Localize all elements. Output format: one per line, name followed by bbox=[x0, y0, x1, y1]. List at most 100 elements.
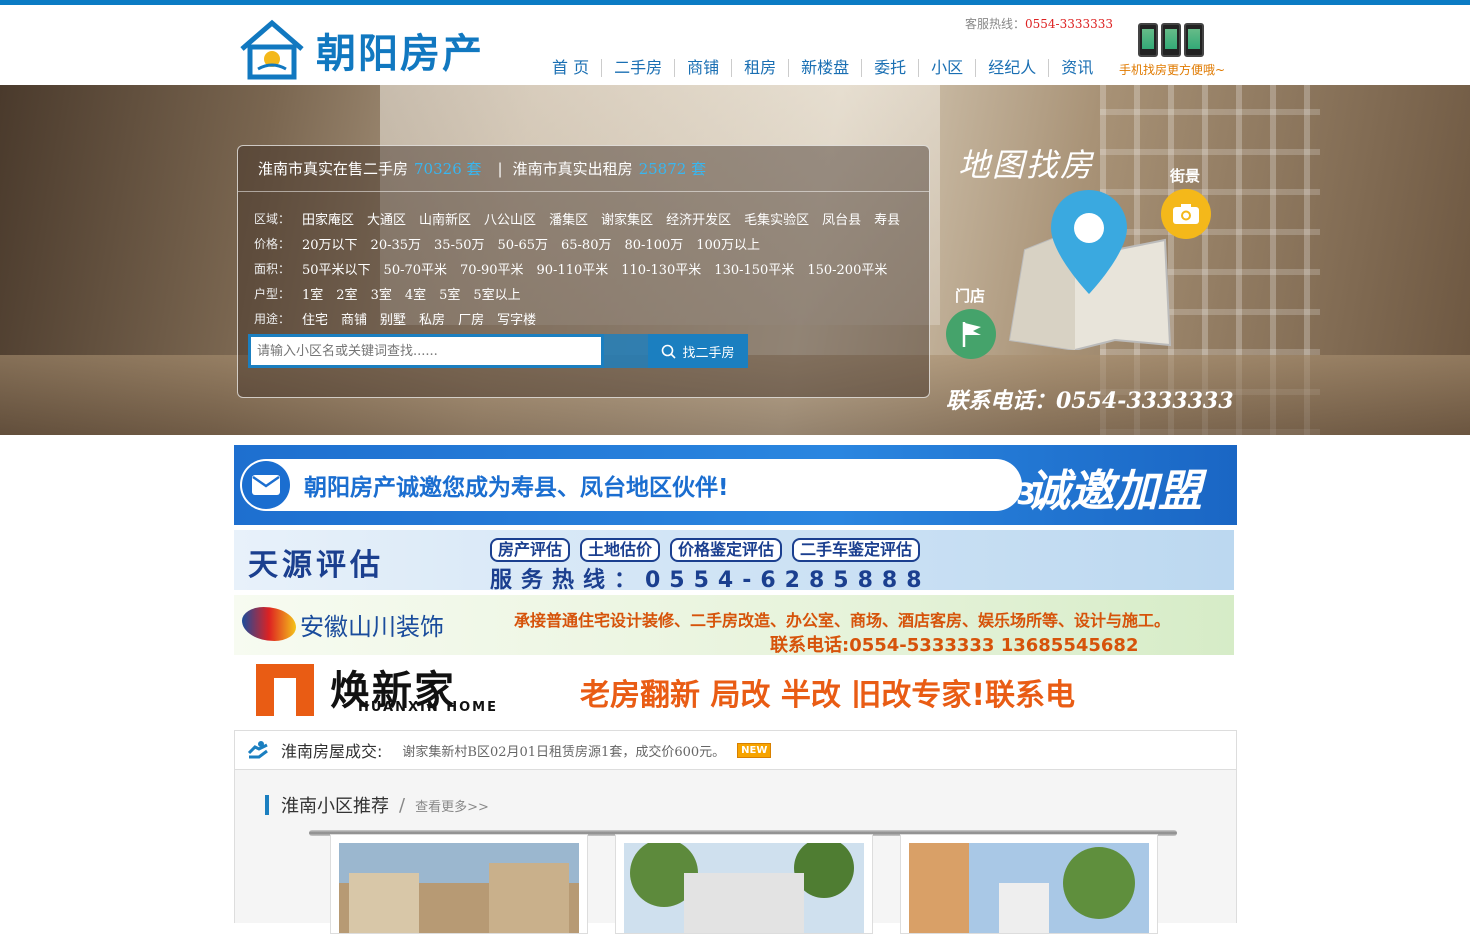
phone-icon bbox=[1138, 23, 1158, 57]
decoration-ad-desc: 承接普通住宅设计装修、二手房改造、办公室、商场、酒店客房、娱乐场所等、设计与施工… bbox=[514, 611, 1171, 630]
nav-home[interactable]: 首 页 bbox=[540, 59, 603, 77]
stat-rent-count[interactable]: 25872 套 bbox=[639, 158, 707, 179]
nav-rent[interactable]: 租房 bbox=[732, 59, 790, 77]
filter-option[interactable]: 70-90平米 bbox=[460, 259, 523, 278]
decoration-ad-tel: 联系电话:0554-5333333 13685545682 bbox=[770, 635, 1139, 655]
filter-option[interactable]: 厂房 bbox=[458, 309, 484, 328]
filter-option[interactable]: 毛集实验区 bbox=[744, 209, 809, 228]
huanxin-logo-icon bbox=[256, 664, 314, 716]
renovation-ad-banner[interactable]: 焕新家 HUANXIN HOME 老房翻新 局改 半改 旧改专家!联系电话:19… bbox=[234, 660, 1237, 720]
appraisal-ad-brand: 天源评估 bbox=[248, 548, 384, 583]
view-more-link[interactable]: 查看更多>> bbox=[415, 796, 489, 815]
community-recommend-section: 淮南小区推荐 / 查看更多>> bbox=[234, 770, 1237, 934]
filter-option[interactable]: 别墅 bbox=[380, 309, 406, 328]
search-button[interactable]: 找二手房 bbox=[648, 334, 748, 368]
service-hotline: 客服热线：0554-3333333 bbox=[965, 15, 1113, 32]
filter-option[interactable]: 35-50万 bbox=[434, 234, 484, 253]
filter-option[interactable]: 50-70平米 bbox=[384, 259, 447, 278]
nav-second-hand[interactable]: 二手房 bbox=[602, 59, 676, 77]
deal-info[interactable]: 谢家集新村B区02月01日租赁房源1套，成交价600元。 bbox=[402, 741, 725, 760]
filter-row-layout: 户型： 1室 2室 3室 4室 5室 5室以上 bbox=[254, 281, 929, 306]
search-box: 找二手房 bbox=[248, 332, 760, 370]
community-card[interactable] bbox=[330, 834, 588, 934]
mobile-app-link[interactable]: 手机找房更方便哦~ bbox=[1119, 61, 1225, 78]
filter-option[interactable]: 80-100万 bbox=[624, 234, 683, 253]
filter-option[interactable]: 2室 bbox=[336, 284, 357, 303]
filter-option[interactable]: 130-150平米 bbox=[714, 259, 794, 278]
filter-list: 区域： 田家庵区 大通区 山南新区 八公山区 潘集区 谢家集区 经济开发区 毛集… bbox=[238, 192, 929, 331]
community-photo bbox=[624, 843, 864, 933]
filter-option[interactable]: 商铺 bbox=[341, 309, 367, 328]
deal-label: 淮南房屋成交: bbox=[281, 742, 383, 761]
filter-option[interactable]: 1室 bbox=[302, 284, 323, 303]
community-photo bbox=[909, 843, 1149, 933]
community-card[interactable] bbox=[615, 834, 873, 934]
filter-option[interactable]: 经济开发区 bbox=[666, 209, 731, 228]
franchise-ad-subtitle: 加盟咨询电话（微信同号）： bbox=[805, 460, 980, 476]
title-accent-bar bbox=[265, 795, 269, 815]
filter-option[interactable]: 田家庵区 bbox=[302, 209, 354, 228]
filter-option[interactable]: 20万以下 bbox=[302, 234, 358, 253]
filter-option[interactable]: 寿县 bbox=[874, 209, 900, 228]
stat-separator: | bbox=[497, 159, 503, 178]
hotline-label: 客服热线： bbox=[965, 17, 1026, 31]
filter-row-usage: 用途： 住宅 商铺 别墅 私房 厂房 写字楼 bbox=[254, 306, 929, 331]
filter-option[interactable]: 65-80万 bbox=[561, 234, 611, 253]
filter-option[interactable]: 住宅 bbox=[302, 309, 328, 328]
search-button-label: 找二手房 bbox=[682, 345, 735, 361]
filter-option[interactable]: 3室 bbox=[371, 284, 392, 303]
filter-option[interactable]: 110-130平米 bbox=[621, 259, 701, 278]
nav-entrust[interactable]: 委托 bbox=[862, 59, 920, 77]
community-card[interactable] bbox=[900, 834, 1158, 934]
franchise-ad-banner[interactable]: 朝阳房产诚邀您成为寿县、凤台地区伙伴! 加盟咨询电话（微信同号）： 177554… bbox=[234, 445, 1237, 525]
franchise-ad-phone: 17755453333 bbox=[804, 477, 1037, 511]
nav-shops[interactable]: 商铺 bbox=[675, 59, 733, 77]
search-panel: 淮南市真实在售二手房 70326 套 | 淮南市真实出租房 25872 套 区域… bbox=[237, 145, 930, 398]
filter-option[interactable]: 90-110平米 bbox=[537, 259, 609, 278]
search-input[interactable] bbox=[248, 334, 604, 368]
filter-label: 价格： bbox=[254, 237, 291, 251]
filter-option[interactable]: 私房 bbox=[419, 309, 445, 328]
filter-option[interactable]: 谢家集区 bbox=[601, 209, 653, 228]
search-box-decoration bbox=[604, 334, 648, 368]
filter-option[interactable]: 潘集区 bbox=[549, 209, 588, 228]
nav-news[interactable]: 资讯 bbox=[1049, 59, 1105, 77]
filter-option[interactable]: 100万以上 bbox=[696, 234, 760, 253]
map-search-title[interactable]: 地图找房 bbox=[958, 140, 1094, 186]
filter-row-price: 价格： 20万以下 20-35万 35-50万 50-65万 65-80万 80… bbox=[254, 231, 929, 256]
contact-phone: 联系电话：0554-3333333 bbox=[946, 388, 1234, 414]
filter-option[interactable]: 50平米以下 bbox=[302, 259, 371, 278]
nav-agents[interactable]: 经纪人 bbox=[976, 59, 1050, 77]
filter-option[interactable]: 凤台县 bbox=[822, 209, 861, 228]
deal-ticker: 淮南房屋成交: 谢家集新村B区02月01日租赁房源1套，成交价600元。 NEW bbox=[234, 730, 1237, 770]
map-pin-icon[interactable] bbox=[1005, 190, 1175, 350]
logo-text: 朝阳房产 bbox=[316, 31, 484, 77]
house-logo-icon bbox=[240, 19, 304, 80]
nav-community[interactable]: 小区 bbox=[919, 59, 977, 77]
filter-label: 户型： bbox=[254, 287, 291, 301]
site-logo[interactable]: 朝阳房产 bbox=[238, 17, 518, 83]
stat-sale-count[interactable]: 70326 套 bbox=[414, 158, 482, 179]
filter-option[interactable]: 5室 bbox=[439, 284, 460, 303]
appraisal-ad-banner[interactable]: 天源评估 房产评估 土地估价 价格鉴定评估 二手车鉴定评估 服务热线：0554-… bbox=[234, 530, 1234, 590]
filter-option[interactable]: 写字楼 bbox=[497, 309, 536, 328]
street-view-button[interactable] bbox=[1161, 189, 1211, 239]
mobile-phones-icon[interactable] bbox=[1138, 23, 1228, 59]
appraisal-ad-hotline: 服务热线：0554-6285888 bbox=[490, 568, 931, 590]
decoration-ad-banner[interactable]: 安徽山川装饰 承接普通住宅设计装修、二手房改造、办公室、商场、酒店客房、娱乐场所… bbox=[234, 595, 1234, 655]
filter-option[interactable]: 八公山区 bbox=[484, 209, 536, 228]
main-nav: 首 页 二手房 商铺 租房 新楼盘 委托 小区 经纪人 资讯 bbox=[540, 55, 1105, 81]
filter-option[interactable]: 4室 bbox=[405, 284, 426, 303]
appraisal-ad-tag: 二手车鉴定评估 bbox=[792, 538, 921, 562]
street-view-label: 街景 bbox=[1170, 167, 1201, 185]
filter-option[interactable]: 20-35万 bbox=[371, 234, 421, 253]
filter-option[interactable]: 150-200平米 bbox=[807, 259, 887, 278]
filter-option[interactable]: 50-65万 bbox=[498, 234, 548, 253]
store-button[interactable] bbox=[946, 309, 996, 359]
filter-row-size: 面积： 50平米以下 50-70平米 70-90平米 90-110平米 110-… bbox=[254, 256, 929, 281]
hotline-number: 0554-3333333 bbox=[1025, 17, 1114, 31]
filter-option[interactable]: 5室以上 bbox=[473, 284, 520, 303]
filter-option[interactable]: 山南新区 bbox=[419, 209, 471, 228]
filter-option[interactable]: 大通区 bbox=[367, 209, 406, 228]
nav-new-homes[interactable]: 新楼盘 bbox=[789, 59, 863, 77]
